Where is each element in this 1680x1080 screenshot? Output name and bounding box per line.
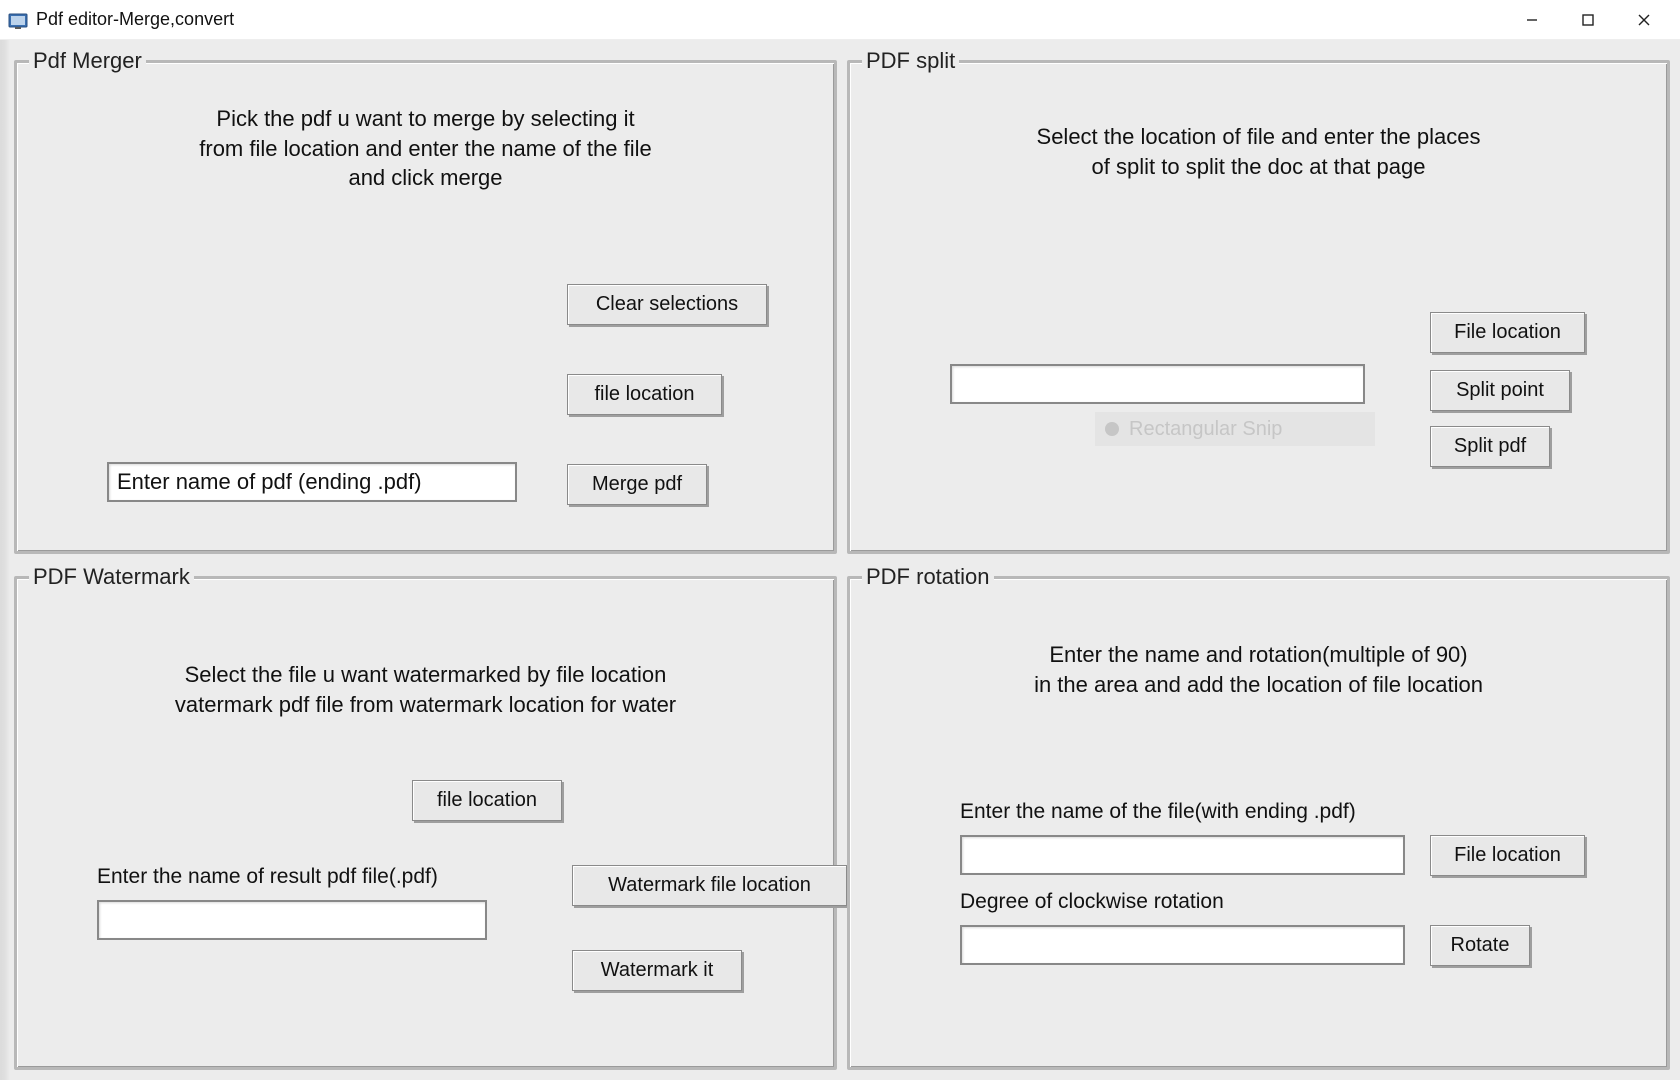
close-button[interactable]: [1616, 0, 1672, 40]
rotation-degree-input[interactable]: [960, 925, 1405, 965]
clear-selections-button[interactable]: Clear selections: [567, 284, 767, 325]
rotation-file-location-button[interactable]: File location: [1430, 835, 1585, 876]
watermark-it-button[interactable]: Watermark it: [572, 950, 742, 991]
panel-watermark: PDF Watermark Select the file u want wat…: [14, 564, 837, 1070]
rotation-degree-label: Degree of clockwise rotation: [960, 890, 1224, 914]
rotation-name-input[interactable]: [960, 835, 1405, 875]
watermark-result-label: Enter the name of result pdf file(.pdf): [97, 865, 438, 889]
watermark-result-input[interactable]: [97, 900, 487, 940]
split-input[interactable]: [950, 364, 1365, 404]
merge-pdf-button[interactable]: Merge pdf: [567, 464, 707, 505]
panel-merger: Pdf Merger Pick the pdf u want to merge …: [14, 48, 837, 554]
rotation-description: Enter the name and rotation(multiple of …: [850, 640, 1667, 699]
merger-filename-input[interactable]: [107, 462, 517, 502]
rotate-button[interactable]: Rotate: [1430, 925, 1530, 966]
watermark-description: Select the file u want watermarked by fi…: [17, 660, 834, 719]
split-file-location-button[interactable]: File location: [1430, 312, 1585, 353]
watermark-file-button[interactable]: Watermark file location: [572, 865, 847, 906]
maximize-button[interactable]: [1560, 0, 1616, 40]
rotation-legend: PDF rotation: [862, 564, 994, 590]
watermark-legend: PDF Watermark: [29, 564, 194, 590]
merger-description: Pick the pdf u want to merge by selectin…: [17, 104, 834, 193]
split-legend: PDF split: [862, 48, 959, 74]
minimize-button[interactable]: [1504, 0, 1560, 40]
window-title: Pdf editor-Merge,convert: [36, 9, 234, 30]
split-point-button[interactable]: Split point: [1430, 370, 1570, 411]
panel-rotation: PDF rotation Enter the name and rotation…: [847, 564, 1670, 1070]
split-description: Select the location of file and enter th…: [850, 122, 1667, 181]
ghost-overlay: Rectangular Snip: [1095, 412, 1375, 446]
ghost-text: Rectangular Snip: [1129, 418, 1282, 441]
split-pdf-button[interactable]: Split pdf: [1430, 426, 1550, 467]
merger-legend: Pdf Merger: [29, 48, 146, 74]
titlebar: Pdf editor-Merge,convert: [0, 0, 1680, 40]
app-icon: [8, 11, 28, 29]
merger-file-location-button[interactable]: file location: [567, 374, 722, 415]
panel-split: PDF split Select the location of file an…: [847, 48, 1670, 554]
watermark-file-location-button[interactable]: file location: [412, 780, 562, 821]
rotation-name-label: Enter the name of the file(with ending .…: [960, 800, 1356, 824]
plus-icon: [1105, 422, 1119, 436]
